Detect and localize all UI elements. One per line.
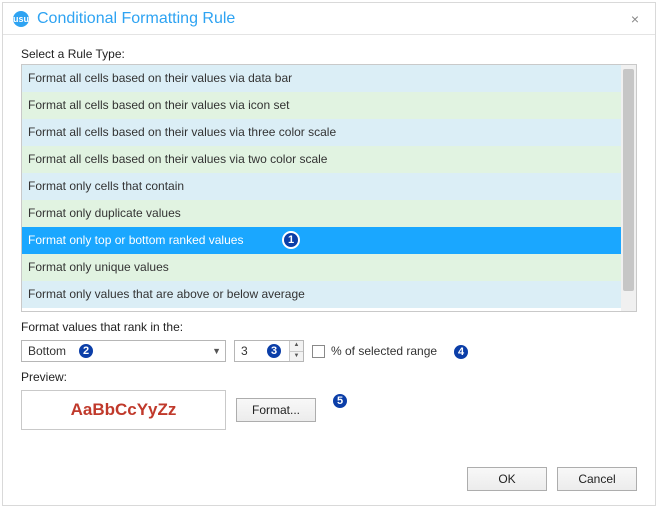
rule-type-item[interactable]: Format all cells based on their values v… [22, 146, 621, 173]
scrollbar-thumb[interactable] [623, 69, 634, 291]
ok-button[interactable]: OK [467, 467, 547, 491]
callout-4: 4 [452, 343, 470, 361]
rule-type-item[interactable]: Format only top or bottom ranked values1 [22, 227, 621, 254]
rule-type-item[interactable]: Format only cells that contain [22, 173, 621, 200]
rank-direction-dropdown[interactable]: Bottom ▼ 2 [21, 340, 226, 362]
titlebar: usu Conditional Formatting Rule × [3, 3, 655, 35]
chevron-down-icon: ▼ [212, 346, 221, 356]
dialog-footer: OK Cancel [3, 457, 655, 505]
rank-label: Format values that rank in the: [21, 320, 637, 334]
dialog-title: Conditional Formatting Rule [37, 10, 625, 28]
preview-row: AaBbCcYyZz Format... 5 [21, 390, 637, 430]
rule-type-item[interactable]: Format all cells based on their values v… [22, 65, 621, 92]
rank-count-spinner[interactable]: 3 3 ▲ ▼ [234, 340, 304, 362]
rule-type-item[interactable]: Format only duplicate values [22, 200, 621, 227]
format-button[interactable]: Format... [236, 398, 316, 422]
callout-2: 2 [77, 342, 95, 360]
rule-list-scrollbar[interactable] [621, 65, 636, 311]
callout-5: 5 [331, 392, 349, 410]
rule-type-item[interactable]: Format only unique values [22, 254, 621, 281]
rank-count-value: 3 [235, 344, 289, 358]
percent-checkbox-wrap: % of selected range 4 [312, 344, 437, 358]
rule-type-item[interactable]: Format all cells based on their values v… [22, 92, 621, 119]
preview-sample-text: AaBbCcYyZz [71, 400, 177, 420]
spinner-up-icon[interactable]: ▲ [290, 341, 303, 351]
spinner-down-icon[interactable]: ▼ [290, 351, 303, 361]
spinner-buttons: ▲ ▼ [289, 341, 303, 361]
callout-1: 1 [282, 231, 300, 249]
cancel-button[interactable]: Cancel [557, 467, 637, 491]
format-preview: AaBbCcYyZz [21, 390, 226, 430]
percent-label: % of selected range [331, 344, 437, 358]
rank-config-row: Bottom ▼ 2 3 3 ▲ ▼ % of selected range 4 [21, 340, 637, 362]
preview-label: Preview: [21, 370, 637, 384]
close-icon[interactable]: × [625, 9, 645, 29]
rule-type-item[interactable]: Format only values that are above or bel… [22, 281, 621, 308]
percent-checkbox[interactable] [312, 345, 325, 358]
conditional-formatting-dialog: usu Conditional Formatting Rule × Select… [2, 2, 656, 506]
rule-type-label: Select a Rule Type: [21, 47, 637, 61]
dialog-content: Select a Rule Type: Format all cells bas… [3, 35, 655, 457]
app-icon: usu [13, 11, 29, 27]
rule-type-item[interactable]: Format all cells based on their values v… [22, 119, 621, 146]
rule-type-list[interactable]: Format all cells based on their values v… [22, 65, 621, 311]
rank-direction-value: Bottom [28, 344, 66, 358]
rule-type-list-container: Format all cells based on their values v… [21, 64, 637, 312]
